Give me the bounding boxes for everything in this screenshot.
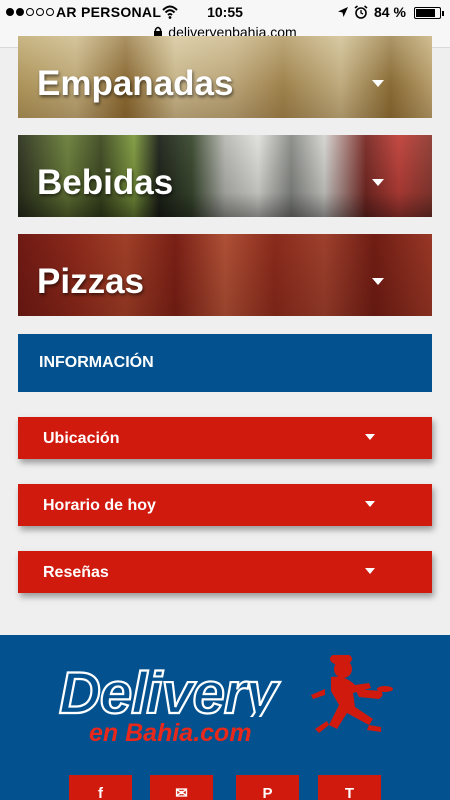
chevron-down-icon (365, 568, 375, 574)
chevron-down-icon (372, 278, 384, 285)
footer: Delivery en Bahia.com f ✉ P T (0, 635, 450, 800)
category-title: Bebidas (37, 163, 174, 202)
accordion-resenas[interactable]: Reseñas (18, 551, 432, 593)
mail-icon: ✉ (175, 785, 188, 800)
accordion-ubicacion[interactable]: Ubicación (18, 417, 432, 459)
email-button[interactable]: ✉ (150, 775, 213, 800)
alarm-icon (354, 5, 368, 19)
chevron-down-icon (372, 179, 384, 186)
category-pizzas[interactable]: Pizzas (18, 234, 432, 316)
svg-text:en Bahia.com: en Bahia.com (89, 719, 252, 747)
pinterest-button[interactable]: P (236, 775, 299, 800)
category-title: Empanadas (37, 64, 234, 103)
info-title: INFORMACIÓN (39, 354, 154, 371)
signal-strength-icon (6, 8, 54, 16)
svg-text:Delivery: Delivery (59, 661, 280, 726)
delivery-en-bahia-logo[interactable]: Delivery en Bahia.com (55, 655, 395, 751)
twitter-icon: T (344, 785, 355, 800)
accordion-label: Horario de hoy (43, 497, 156, 514)
chevron-down-icon (365, 501, 375, 507)
category-empanadas[interactable]: Empanadas (18, 36, 432, 118)
wifi-icon (162, 5, 178, 19)
accordion-label: Reseñas (43, 564, 109, 581)
battery-icon (414, 7, 441, 19)
category-bebidas[interactable]: Bebidas (18, 135, 432, 217)
twitter-button[interactable]: T (318, 775, 381, 800)
battery-percentage: 84 % (374, 4, 406, 20)
category-title: Pizzas (37, 262, 144, 301)
chevron-down-icon (365, 434, 375, 440)
carrier-name: AR PERSONAL (56, 4, 162, 20)
accordion-horario[interactable]: Horario de hoy (18, 484, 432, 526)
location-arrow-icon (338, 7, 348, 17)
accordion-label: Ubicación (43, 430, 120, 447)
pinterest-icon: P (262, 785, 273, 800)
facebook-icon: f (98, 785, 103, 800)
facebook-button[interactable]: f (69, 775, 132, 800)
chevron-down-icon (372, 80, 384, 87)
info-section-header: INFORMACIÓN (18, 334, 432, 392)
